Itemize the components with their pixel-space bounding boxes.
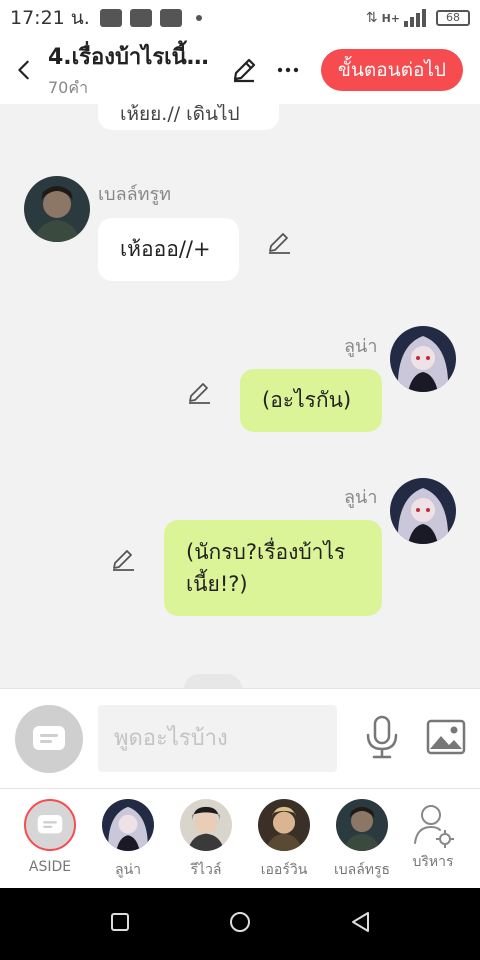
character-bertholdt[interactable]: เบลล์ทรูธ (323, 799, 401, 881)
character-portrait (390, 478, 456, 544)
system-nav-bar (0, 888, 480, 960)
message-bubble[interactable]: (อะไรกัน) (240, 369, 382, 432)
battery-icon: 68 (436, 10, 470, 26)
data-arrows-icon: ⇅ (365, 10, 378, 26)
character-aside[interactable]: ASIDE (11, 799, 89, 875)
character-portrait (390, 326, 456, 392)
app-notification-icon (159, 9, 182, 27)
character-portrait (24, 176, 90, 242)
character-label: บริหาร (412, 854, 454, 870)
recent-apps-icon[interactable] (110, 912, 130, 932)
chevron-left-icon (18, 60, 29, 80)
character-avatar (180, 799, 232, 851)
more-notifications-icon (195, 15, 202, 21)
image-upload-icon[interactable] (426, 719, 466, 755)
message-text: เห้อออ//+ (120, 237, 211, 261)
status-bar: 17:21 น. ⇅ H+ 68 (0, 0, 480, 36)
character-avatar (258, 799, 310, 851)
message-bubble[interactable]: เห้อออ//+ (98, 218, 239, 281)
edit-message-icon[interactable] (110, 547, 136, 573)
character-label: เบลล์ทรูธ (333, 862, 391, 878)
back-button[interactable] (0, 36, 48, 104)
edit-message-icon[interactable] (266, 230, 292, 256)
chat-area[interactable]: เห้ยย.// เดินไป เบลล์ทรูท เห้อออ//+ ลูน่… (0, 104, 480, 688)
character-portrait (258, 799, 310, 851)
edit-message-icon[interactable] (186, 380, 212, 406)
character-avatar (102, 799, 154, 851)
story-header: 4.เรื่องบ้าไรเนี้ย... 70คำ ขั้นตอนต่อไป (0, 36, 480, 104)
character-label: เออร์วิน (260, 862, 308, 878)
microphone-icon[interactable] (364, 715, 400, 759)
battery-level: 68 (446, 11, 460, 24)
signal-icon (404, 9, 426, 27)
message-bubble-partial: เห้ยย.// เดินไป (98, 104, 279, 130)
game-icon (99, 9, 122, 27)
character-label: รีไวล์ (190, 862, 222, 878)
character-portrait (336, 799, 388, 851)
network-type: H+ (381, 11, 400, 25)
more-dots-icon (277, 67, 299, 73)
character-portrait (180, 799, 232, 851)
character-luna[interactable]: ลูน่า (89, 799, 167, 881)
avatar-luna[interactable] (390, 326, 456, 392)
loading-indicator (184, 674, 242, 688)
character-label: ลูน่า (114, 862, 141, 878)
avatar-luna[interactable] (390, 478, 456, 544)
message-text-line: (นักรบ?เรื่องบ้าไร (186, 540, 346, 564)
status-time: 17:21 น. (10, 7, 90, 29)
user-settings-icon (414, 805, 454, 848)
character-erwin[interactable]: เออร์วิน (245, 799, 323, 881)
image-notification-icon (129, 9, 152, 27)
character-portrait (102, 799, 154, 851)
next-step-button[interactable]: ขั้นตอนต่อไป (320, 49, 463, 91)
sender-name: เบลล์ทรูท (98, 184, 172, 205)
home-icon[interactable] (229, 911, 251, 933)
character-avatar (336, 799, 388, 851)
title-block: 4.เรื่องบ้าไรเนี้ย... 70คำ (48, 39, 216, 101)
aside-icon (37, 815, 63, 834)
character-levi[interactable]: รีไวล์ (167, 799, 245, 881)
message-text: (อะไรกัน) (262, 388, 352, 412)
character-label: ASIDE (28, 859, 72, 875)
aside-avatar (24, 799, 76, 851)
word-count: 70คำ (48, 78, 89, 97)
aside-toggle-button[interactable] (15, 705, 83, 773)
story-title: 4.เรื่องบ้าไรเนี้ย... (48, 45, 216, 70)
edit-title-button[interactable] (224, 50, 264, 90)
message-input[interactable] (98, 705, 337, 772)
message-text-line: เนี้ย!?) (186, 572, 248, 596)
pencil-icon (233, 58, 256, 83)
message-bubble[interactable]: (นักรบ?เรื่องบ้าไร เนี้ย!?) (164, 520, 382, 616)
aside-icon (33, 726, 65, 750)
character-bar: ASIDE ลูน่า รีไวล์ เออร์วิน เบลล์ทรูธ บร… (0, 788, 480, 888)
sender-name: ลูน่า (344, 487, 378, 508)
sender-name: ลูน่า (344, 336, 378, 357)
manage-characters-button[interactable]: บริหาร (394, 799, 472, 873)
avatar-bertholdt[interactable] (24, 176, 90, 242)
message-text-partial: เห้ยย.// เดินไป (120, 104, 240, 125)
more-options-button[interactable] (268, 50, 308, 90)
input-bar (0, 688, 480, 788)
back-nav-icon[interactable] (350, 911, 372, 933)
